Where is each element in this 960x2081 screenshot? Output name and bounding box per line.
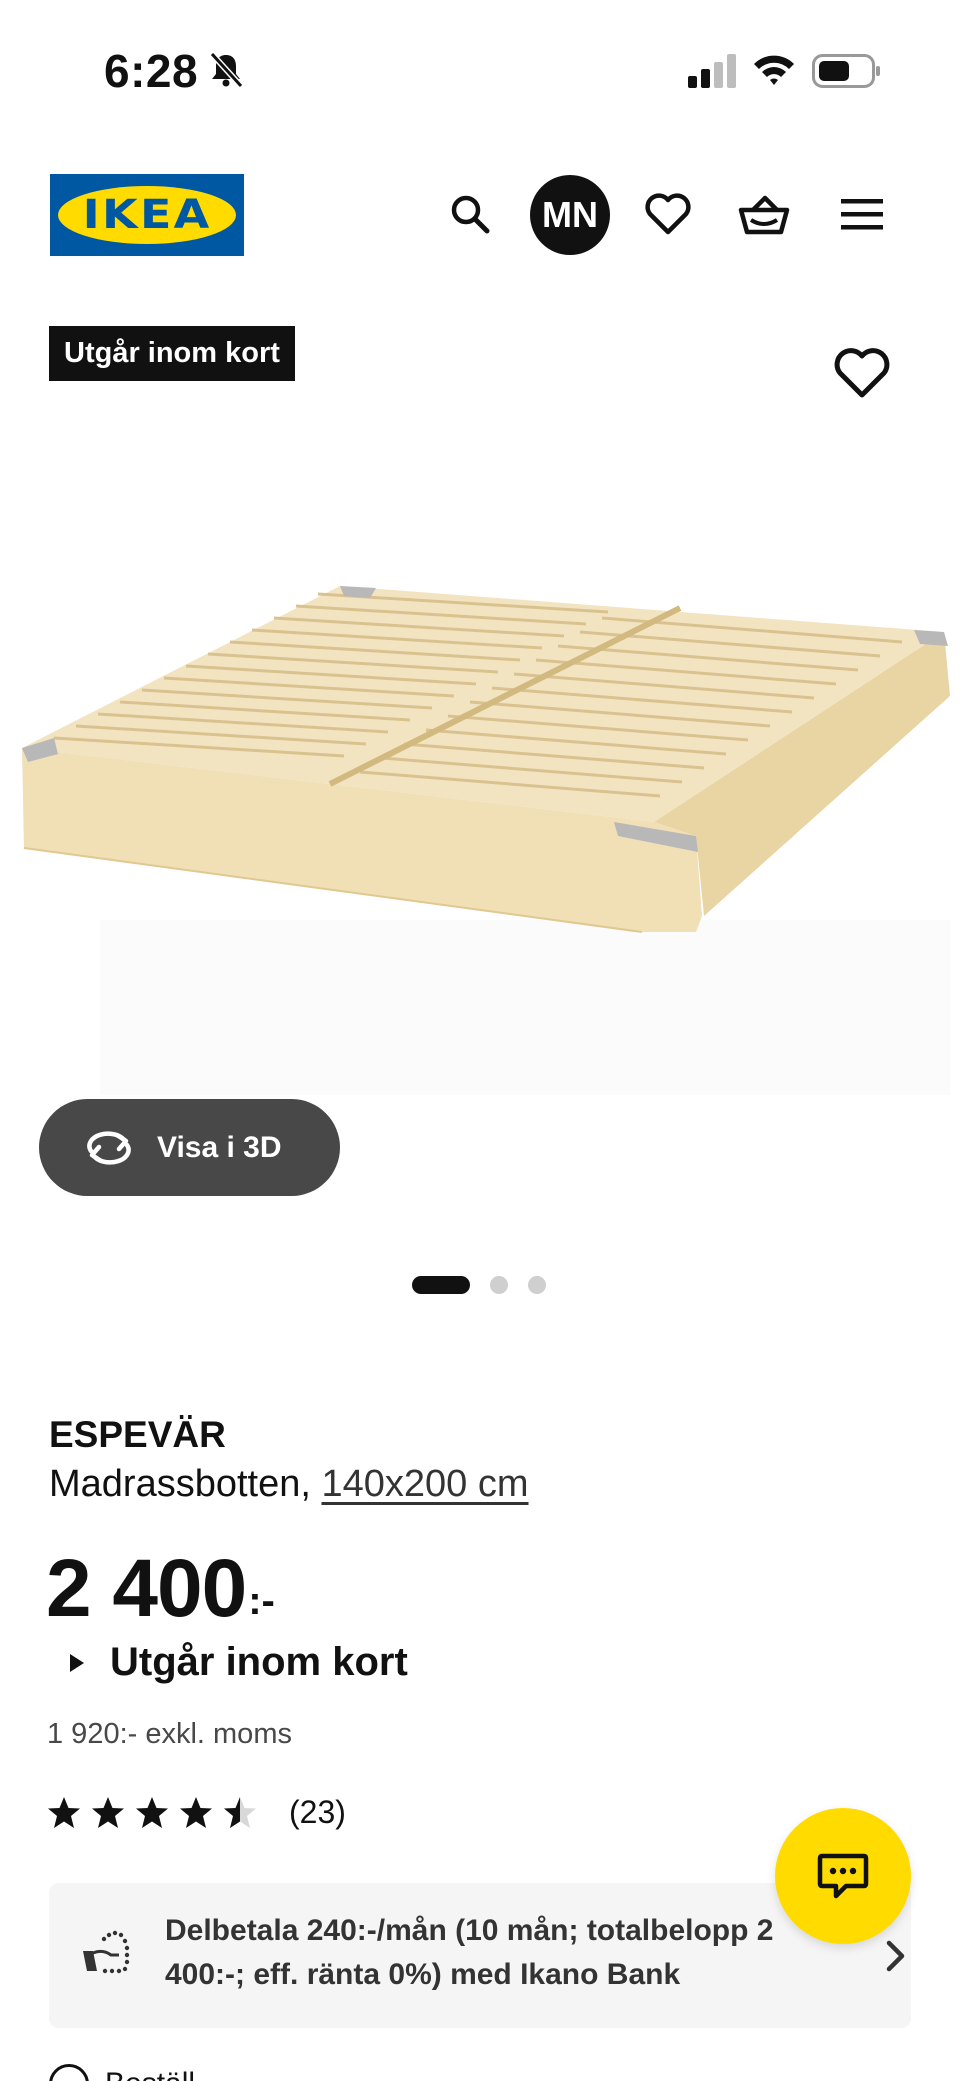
carousel-dot[interactable] [528, 1276, 546, 1294]
rating-count: (23) [289, 1794, 346, 1830]
product-image-background [100, 920, 950, 1095]
star-filled-icon [92, 1796, 124, 1828]
price: 2 400 :- [46, 1548, 275, 1630]
next-section-label: Beställ [105, 2067, 195, 2081]
ikea-logo[interactable]: IKEA [50, 174, 244, 256]
chevron-right-icon [886, 1940, 905, 1972]
search-icon [451, 195, 490, 234]
product-name: ESPEVÄR [49, 1414, 226, 1455]
size-link[interactable]: 140x200 cm [321, 1463, 528, 1505]
product-type: Madrassbotten, [49, 1463, 311, 1505]
rotate-3d-icon [87, 1130, 131, 1165]
product-description: Madrassbotten, 140x200 cm [49, 1463, 529, 1506]
next-section-row[interactable]: Beställ [49, 2064, 195, 2081]
carousel-pagination [412, 1276, 546, 1294]
circle-icon [49, 2064, 89, 2081]
ikea-logo-text: IKEA [82, 192, 212, 238]
basket-icon [738, 195, 790, 235]
installment-text: Delbetala 240:-/mån (10 mån; totalbelopp… [165, 1914, 774, 1991]
carousel-dot[interactable] [490, 1276, 508, 1294]
star-filled-icon [48, 1796, 80, 1828]
price-excl-vat: 1 920:- exkl. moms [47, 1718, 292, 1750]
status-time: 6:28 [104, 45, 199, 97]
star-half-icon [224, 1796, 256, 1828]
heart-icon [645, 193, 691, 235]
chat-button[interactable] [775, 1808, 911, 1944]
star-filled-icon [136, 1796, 168, 1828]
site-header: IKEA MN [0, 160, 960, 270]
status-bar: 6:28 [0, 0, 960, 140]
price-value: 2 400 [46, 1543, 247, 1634]
favorites-button[interactable] [638, 184, 698, 244]
ikea-logo-oval: IKEA [58, 186, 236, 244]
bell-slash-icon [209, 51, 244, 89]
rating[interactable]: (23) [47, 1794, 346, 1831]
view-3d-label: Visa i 3D [157, 1130, 282, 1164]
signal-icon [688, 54, 736, 88]
carousel-dot-active[interactable] [412, 1276, 470, 1294]
wifi-icon [754, 55, 794, 85]
price-suffix: :- [248, 1579, 275, 1623]
product-image[interactable] [14, 560, 950, 940]
chat-icon [817, 1853, 869, 1899]
avatar[interactable]: MN [530, 175, 610, 255]
caret-right-icon [70, 1653, 84, 1672]
cart-button[interactable] [734, 184, 794, 244]
product-favorite-heart-icon[interactable] [832, 345, 892, 401]
search-button[interactable] [440, 184, 500, 244]
availability-status: Utgår inom kort [110, 1640, 408, 1684]
battery-icon [812, 54, 880, 88]
menu-icon [841, 199, 883, 230]
menu-button[interactable] [832, 184, 892, 244]
star-filled-icon [180, 1796, 212, 1828]
discontinued-badge: Utgår inom kort [49, 326, 295, 381]
availability-toggle[interactable]: Utgår inom kort [70, 1640, 408, 1685]
installment-payment-icon [83, 1930, 130, 1974]
view-3d-button[interactable]: Visa i 3D [39, 1099, 340, 1196]
